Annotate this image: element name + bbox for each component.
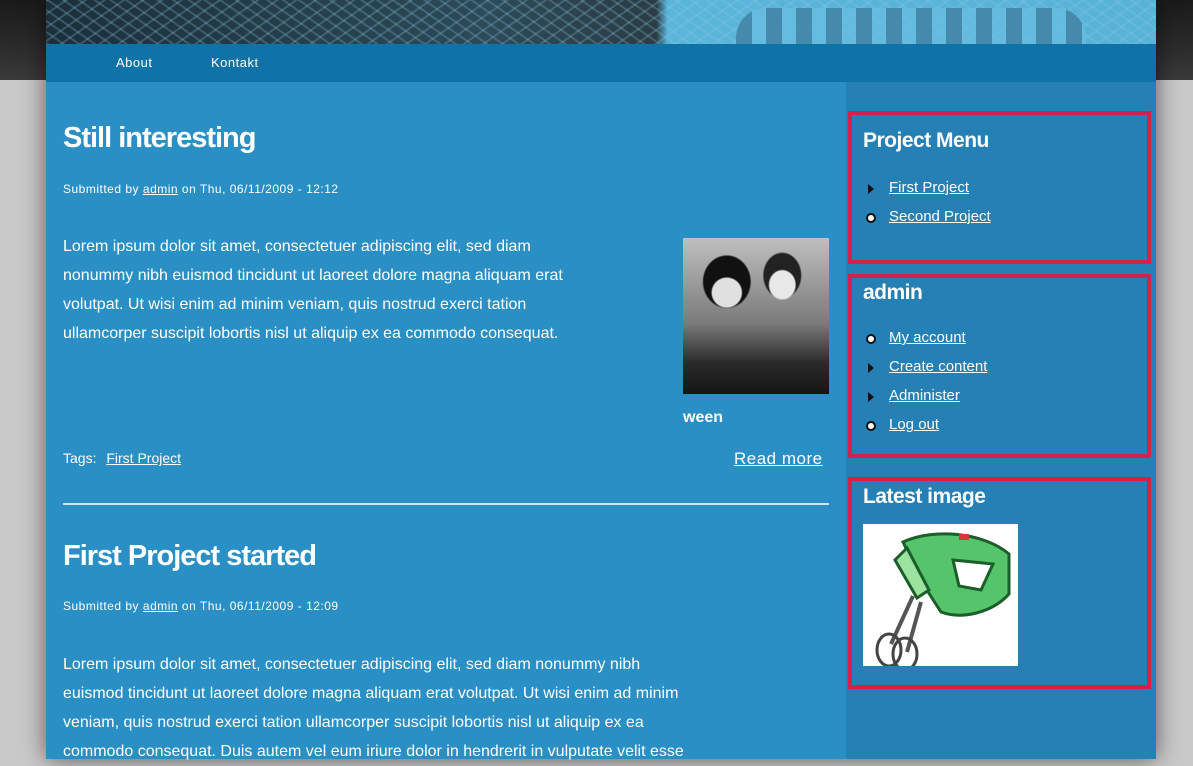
body-line: Lorem ipsum dolor sit amet, consectetuer… xyxy=(63,238,531,255)
menu-link-my-account[interactable]: My account xyxy=(889,329,966,346)
read-more-link[interactable]: Read more xyxy=(734,449,823,469)
body-line: commodo consequat. Duis autem vel eum ir… xyxy=(63,743,684,760)
nav-kontakt-link[interactable]: Kontakt xyxy=(211,55,259,70)
dot-bullet-icon xyxy=(866,334,876,344)
nav-about-link[interactable]: About xyxy=(116,55,152,70)
block-title: admin xyxy=(863,281,923,304)
dot-bullet-icon xyxy=(866,421,876,431)
body-line: veniam, quis nostrud exerci tation ullam… xyxy=(63,714,644,731)
menu-item: Create content xyxy=(865,358,987,387)
page: About Kontakt Still interesting Submitte… xyxy=(46,0,1156,760)
block-title: Project Menu xyxy=(863,129,989,152)
arrow-bullet-icon xyxy=(868,392,874,402)
tag-link[interactable]: First Project xyxy=(106,450,181,466)
body-line: Lorem ipsum dolor sit amet, consectetuer… xyxy=(63,656,641,673)
block-title: Latest image xyxy=(863,485,986,508)
arrow-bullet-icon xyxy=(868,363,874,373)
body-line: nonummy nibh euismod tincidunt ut laoree… xyxy=(63,267,563,284)
menu-item: Second Project xyxy=(865,208,991,237)
latest-image-block: Latest image xyxy=(848,477,1151,689)
menu-link-administer[interactable]: Administer xyxy=(889,387,960,404)
menu-item: Log out xyxy=(865,416,987,445)
submitted-prefix: Submitted by xyxy=(63,182,140,196)
submitted-date: on Thu, 06/11/2009 - 12:09 xyxy=(181,599,339,613)
post-tags: Tags: First Project xyxy=(63,450,181,466)
banner-artwork xyxy=(736,8,1086,44)
submitted-prefix: Submitted by xyxy=(63,599,140,613)
hand-mixer-illustration xyxy=(863,524,1018,672)
menu-link-log-out[interactable]: Log out xyxy=(889,416,939,433)
author-link[interactable]: admin xyxy=(143,599,178,613)
arrow-bullet-icon xyxy=(868,184,874,194)
menu-link-second-project[interactable]: Second Project xyxy=(889,208,991,225)
menu-item: Administer xyxy=(865,387,987,416)
sidebar: Project Menu First Project Second Projec… xyxy=(846,82,1156,759)
post-submitted: Submitted by admin on Thu, 06/11/2009 - … xyxy=(63,599,339,613)
user-menu-block: admin My account Create content Administ… xyxy=(848,274,1151,458)
primary-nav: About Kontakt xyxy=(46,44,1156,82)
post-body: Lorem ipsum dolor sit amet, consectetuer… xyxy=(63,650,684,766)
post-title[interactable]: Still interesting xyxy=(63,122,256,155)
post-body: Lorem ipsum dolor sit amet, consectetuer… xyxy=(63,232,563,348)
post-title[interactable]: First Project started xyxy=(63,540,317,573)
body-line: volutpat. Ut wisi enim ad minim veniam, … xyxy=(63,296,527,313)
menu-link-first-project[interactable]: First Project xyxy=(889,179,969,196)
project-menu-list: First Project Second Project xyxy=(865,179,991,237)
main-content: Still interesting Submitted by admin on … xyxy=(46,82,846,760)
user-menu-list: My account Create content Administer Log… xyxy=(865,329,987,445)
post-divider xyxy=(63,503,829,505)
menu-link-create-content[interactable]: Create content xyxy=(889,358,987,375)
submitted-date: on Thu, 06/11/2009 - 12:12 xyxy=(181,182,339,196)
post-image[interactable] xyxy=(683,238,829,394)
post-submitted: Submitted by admin on Thu, 06/11/2009 - … xyxy=(63,182,339,196)
menu-item: First Project xyxy=(865,179,991,208)
menu-item: My account xyxy=(865,329,987,358)
tags-label: Tags: xyxy=(63,450,97,466)
project-menu-block: Project Menu First Project Second Projec… xyxy=(848,111,1151,264)
author-link[interactable]: admin xyxy=(143,182,178,196)
body-line: euismod tincidunt ut laoreet dolore magn… xyxy=(63,685,679,702)
body-line: ullamcorper suscipit lobortis nisl ut al… xyxy=(63,325,559,342)
dot-bullet-icon xyxy=(866,213,876,223)
image-caption: ween xyxy=(683,409,724,426)
header-banner xyxy=(46,0,1156,44)
hand-mixer-icon[interactable] xyxy=(863,524,1018,672)
